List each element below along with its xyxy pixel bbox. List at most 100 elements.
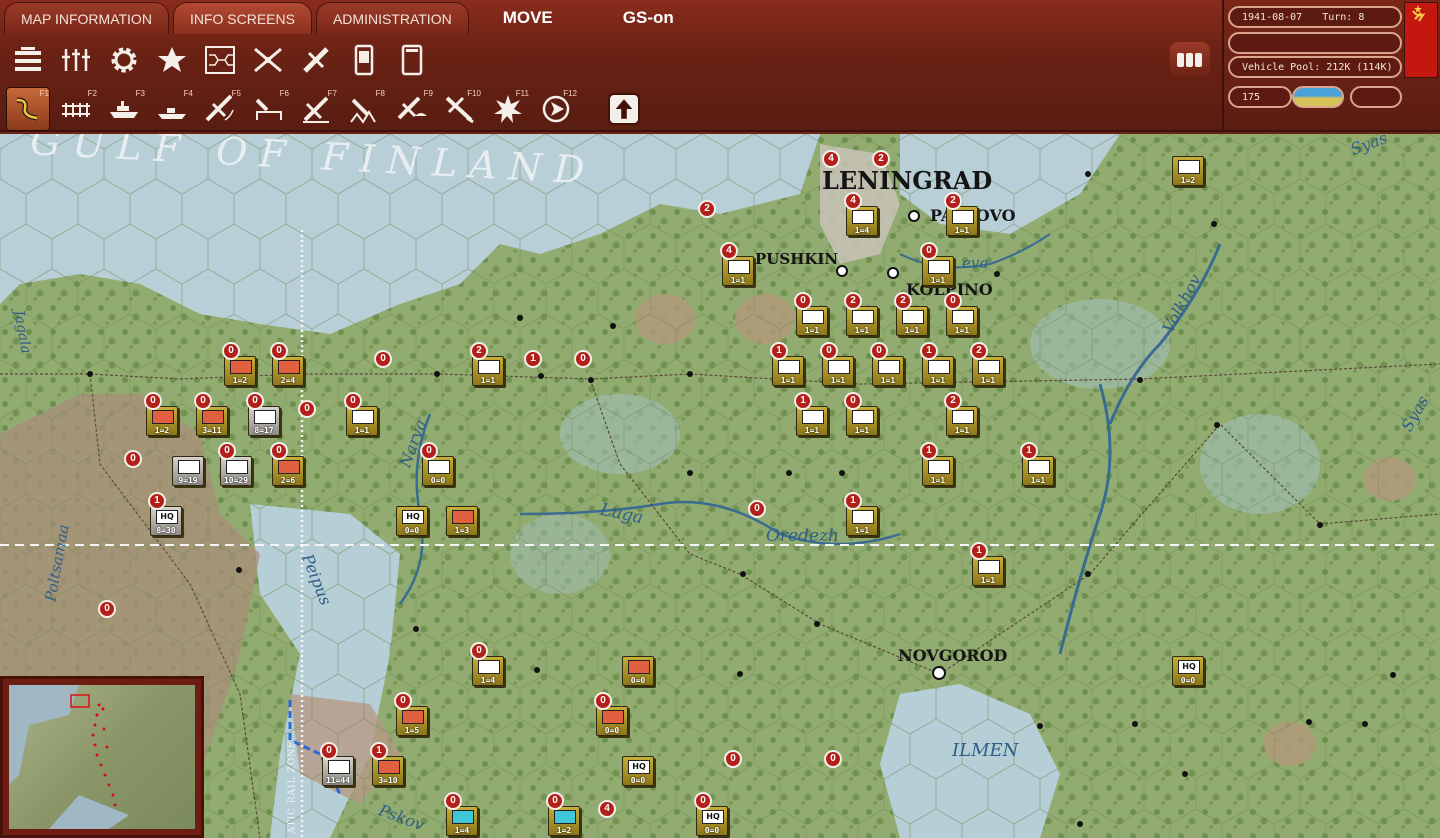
unit-counter[interactable]: 1=1 [846, 506, 878, 536]
movement-badge[interactable]: 0 [546, 792, 564, 810]
movement-badge[interactable]: 2 [970, 342, 988, 360]
stack-toggle-button[interactable] [1170, 42, 1210, 78]
move-mode-button[interactable]: F1 [6, 87, 50, 131]
movement-badge[interactable]: 1 [794, 392, 812, 410]
movement-badge[interactable]: 0 [222, 342, 240, 360]
weather-indicator[interactable] [1292, 86, 1344, 108]
air-attack-button[interactable]: F5 [198, 87, 242, 131]
unit-counter[interactable]: 1=1 [896, 306, 928, 336]
unit-counter[interactable]: 2=6 [272, 456, 304, 486]
ground-attack-button[interactable]: F8 [342, 87, 386, 131]
movement-badge[interactable]: 0 [444, 792, 462, 810]
movement-badge[interactable]: 4 [844, 192, 862, 210]
unit-counter[interactable]: 1=4 [846, 206, 878, 236]
bombardment-button[interactable]: F11 [486, 87, 530, 131]
air-supply-button[interactable] [294, 38, 338, 82]
unit-counter[interactable]: 1=2 [548, 806, 580, 836]
unit-list-button[interactable] [6, 38, 50, 82]
movement-badge[interactable]: 1 [370, 742, 388, 760]
game-map[interactable]: GULF OF FINLAND LENINGRAD PAVLOVO PUSHKI… [0, 134, 1440, 838]
interdiction-button[interactable]: F10 [438, 87, 482, 131]
unit-counter[interactable]: 1=1 [872, 356, 904, 386]
tab-info-screens[interactable]: INFO SCREENS [172, 2, 312, 34]
movement-badge[interactable]: 0 [694, 792, 712, 810]
settings-button[interactable] [102, 38, 146, 82]
tab-administration[interactable]: ADMINISTRATION [315, 2, 469, 34]
air-transfer-button[interactable]: F7 [294, 87, 338, 131]
unit-counter[interactable]: 1=2 [146, 406, 178, 436]
movement-badge[interactable]: 0 [920, 242, 938, 260]
movement-badge[interactable]: 0 [270, 342, 288, 360]
movement-badge[interactable]: 2 [944, 192, 962, 210]
movement-badge[interactable]: 1 [148, 492, 166, 510]
unit-counter[interactable]: 1=1 [346, 406, 378, 436]
hex-movement-badge[interactable]: 0 [748, 500, 766, 518]
hex-movement-badge[interactable]: 2 [698, 200, 716, 218]
movement-badge[interactable]: 2 [894, 292, 912, 310]
phone-button[interactable] [342, 38, 386, 82]
gs-status-label[interactable]: GS-on [623, 8, 674, 28]
air-directive-button[interactable]: F12 [534, 87, 578, 131]
unit-counter[interactable]: 1=1 [796, 406, 828, 436]
movement-badge[interactable]: 0 [870, 342, 888, 360]
unit-counter[interactable]: 1=5 [396, 706, 428, 736]
hex-movement-badge[interactable]: 1 [524, 350, 542, 368]
hex-movement-badge[interactable]: 4 [822, 150, 840, 168]
movement-badge[interactable]: 0 [270, 442, 288, 460]
unit-counter[interactable]: 1=2 [224, 356, 256, 386]
air-recon-button[interactable]: F6 [246, 87, 290, 131]
movement-badge[interactable]: 0 [844, 392, 862, 410]
unit-counter[interactable]: 1=1 [472, 356, 504, 386]
unit-counter[interactable]: 1=1 [946, 306, 978, 336]
unit-counter[interactable]: 9=19 [172, 456, 204, 486]
movement-badge[interactable]: 1 [844, 492, 862, 510]
unit-counter[interactable]: 1=1 [946, 206, 978, 236]
unit-counter[interactable]: 1=1 [922, 456, 954, 486]
tablet-button[interactable] [390, 38, 434, 82]
movement-badge[interactable]: 0 [470, 642, 488, 660]
unit-counter[interactable]: 1=1 [846, 406, 878, 436]
movement-badge[interactable]: 0 [394, 692, 412, 710]
movement-badge[interactable]: 0 [320, 742, 338, 760]
movement-badge[interactable]: 4 [720, 242, 738, 260]
hex-grid-button[interactable] [198, 38, 242, 82]
hex-movement-badge[interactable]: 0 [574, 350, 592, 368]
movement-badge[interactable]: 0 [246, 392, 264, 410]
movement-badge[interactable]: 0 [944, 292, 962, 310]
unit-counter[interactable]: HQ 8=30 [150, 506, 182, 536]
unit-counter[interactable]: 11=44 [322, 756, 354, 786]
air-missions-button[interactable] [246, 38, 290, 82]
movement-badge[interactable]: 0 [594, 692, 612, 710]
unit-counter[interactable]: HQ 0=0 [622, 756, 654, 786]
unit-counter[interactable]: 1=4 [472, 656, 504, 686]
unit-counter[interactable]: 1=1 [922, 356, 954, 386]
unit-counter[interactable]: 3=11 [196, 406, 228, 436]
hex-movement-badge[interactable]: 0 [724, 750, 742, 768]
unit-counter[interactable]: 8=17 [248, 406, 280, 436]
unit-counter[interactable]: 1=1 [722, 256, 754, 286]
unit-counter[interactable]: HQ 0=0 [1172, 656, 1204, 686]
movement-badge[interactable]: 1 [970, 542, 988, 560]
unit-counter[interactable]: 1=1 [922, 256, 954, 286]
hex-movement-badge[interactable]: 0 [374, 350, 392, 368]
unit-counter[interactable]: 1=2 [1172, 156, 1204, 186]
unit-counter[interactable]: 1=3 [446, 506, 478, 536]
unit-counter[interactable]: 3=10 [372, 756, 404, 786]
star-button[interactable] [150, 38, 194, 82]
unit-counter[interactable]: 0=0 [596, 706, 628, 736]
unit-counter[interactable]: 1=1 [972, 356, 1004, 386]
hex-movement-badge[interactable]: 0 [124, 450, 142, 468]
unit-counter[interactable]: 1=1 [946, 406, 978, 436]
movement-badge[interactable]: 2 [944, 392, 962, 410]
movement-badge[interactable]: 2 [470, 342, 488, 360]
movement-badge[interactable]: 2 [844, 292, 862, 310]
movement-badge[interactable]: 0 [218, 442, 236, 460]
movement-badge[interactable]: 1 [920, 442, 938, 460]
unit-counter[interactable]: 1=1 [796, 306, 828, 336]
hex-movement-badge[interactable]: 4 [598, 800, 616, 818]
upload-button[interactable] [602, 87, 646, 131]
paradrop-button[interactable]: F9 [390, 87, 434, 131]
unit-counter[interactable]: 0=0 [422, 456, 454, 486]
unit-counter[interactable]: HQ 0=0 [696, 806, 728, 836]
unit-counter[interactable]: 2=4 [272, 356, 304, 386]
